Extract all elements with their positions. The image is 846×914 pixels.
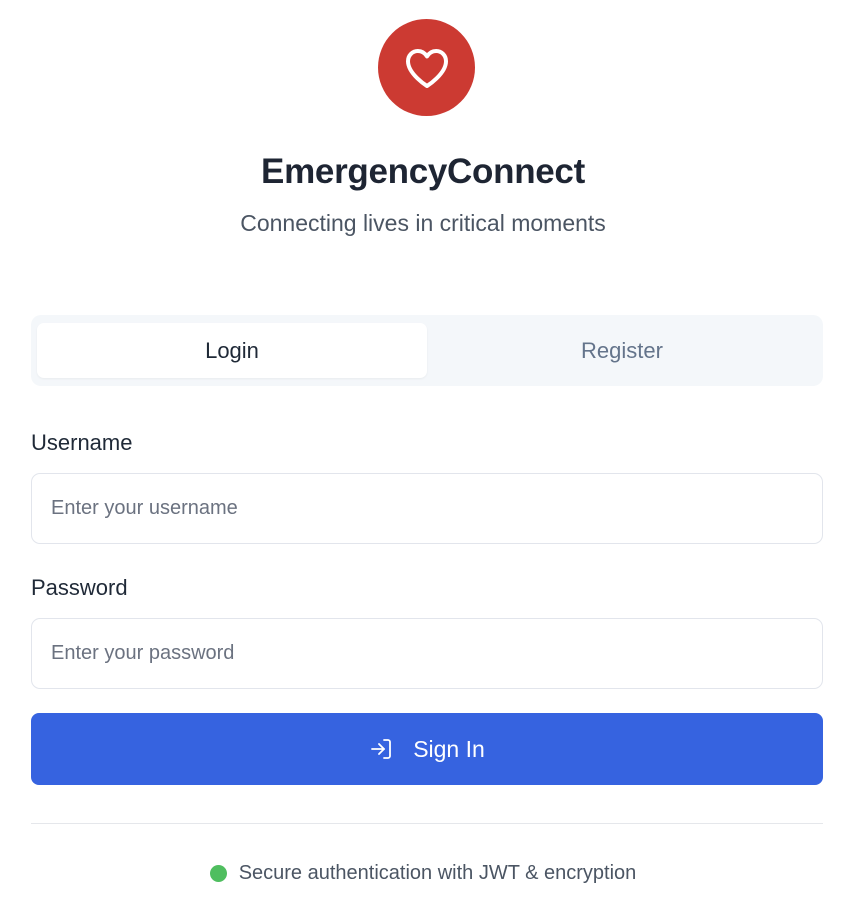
status-dot-icon bbox=[209, 865, 227, 882]
app-logo bbox=[378, 19, 475, 116]
username-label: Username bbox=[31, 430, 133, 455]
app-tagline: Connecting lives in critical moments bbox=[240, 210, 606, 236]
security-note: Secure authentication with JWT & encrypt… bbox=[0, 862, 846, 885]
tab-login[interactable]: Login bbox=[37, 323, 427, 378]
sign-in-icon bbox=[369, 737, 393, 761]
divider bbox=[31, 823, 823, 824]
password-label: Password bbox=[31, 575, 128, 600]
sign-in-label: Sign In bbox=[413, 735, 485, 762]
sign-in-button[interactable]: Sign In bbox=[31, 713, 823, 785]
app-title: EmergencyConnect bbox=[261, 152, 585, 191]
heart-icon bbox=[403, 46, 451, 90]
login-page: EmergencyConnect Connecting lives in cri… bbox=[0, 0, 846, 914]
auth-tabs: Login Register bbox=[31, 315, 823, 386]
username-input[interactable] bbox=[31, 473, 823, 544]
security-text: Secure authentication with JWT & encrypt… bbox=[238, 862, 637, 884]
tab-register[interactable]: Register bbox=[427, 323, 817, 378]
password-input[interactable] bbox=[31, 618, 823, 689]
